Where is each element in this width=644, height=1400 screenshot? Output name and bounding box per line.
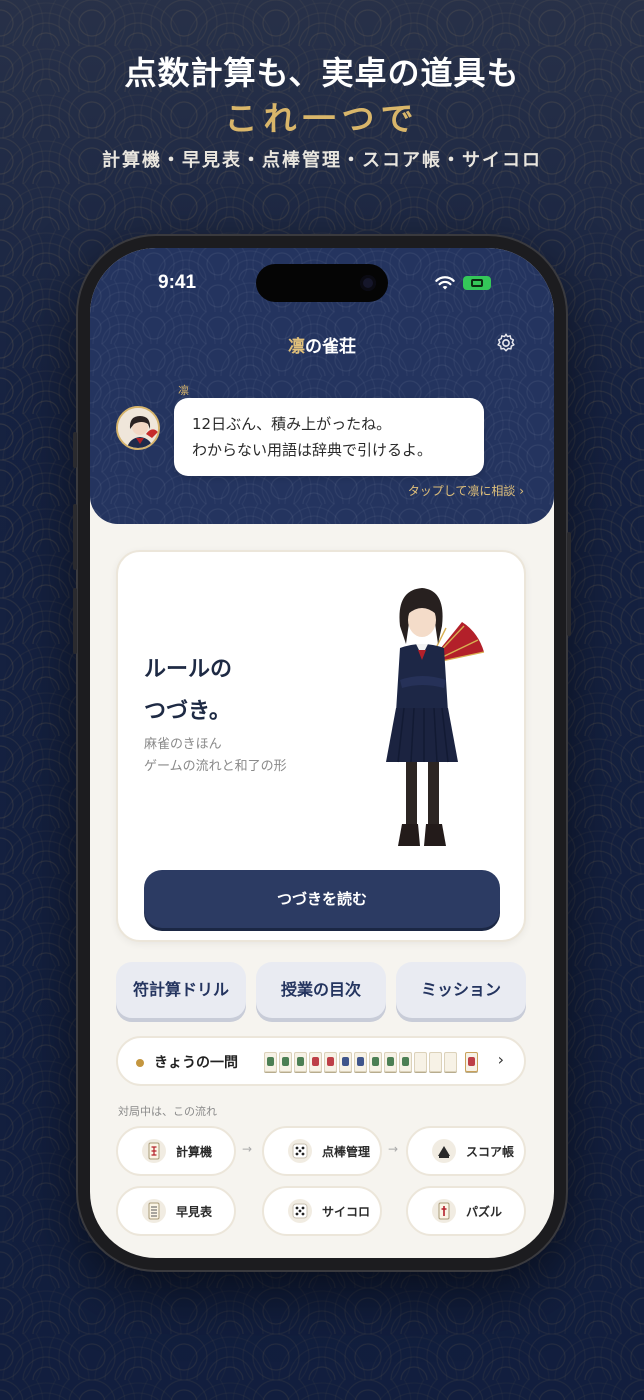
score-sheet-label: スコア帳 [466,1145,515,1159]
continue-reading-button[interactable]: つづきを読む [144,870,500,928]
mahjong-tile [399,1052,412,1072]
character-illustration [386,588,485,846]
nav-button-row: 符計算ドリル 授業の目次 ミッション [116,962,528,1020]
puzzle-label: パズル [466,1205,503,1219]
mahjong-tile [465,1052,478,1072]
avatar-portrait-icon [118,408,158,448]
arrow-right-icon: → [242,1142,253,1156]
speech-line-1: 12日ぶん、積み上がったね。 [192,415,392,433]
dice-tool-button[interactable]: サイコロ [262,1186,382,1236]
dice-label: サイコロ [322,1205,371,1219]
mahjong-tile [429,1052,442,1072]
dynamic-island [256,264,388,302]
speech-bubble[interactable]: 12日ぶん、積み上がったね。 わからない用語は辞典で引けるよ。 [174,398,484,476]
missions-button[interactable]: ミッション [396,962,526,1018]
mahjong-tile [309,1052,322,1072]
volume-up-button [73,504,77,570]
lesson-desc-line-1: 麻雀のきほん [144,737,222,752]
app-screen: 9:41 凛の雀荘 凛 12日ぶん、積み上がったね。 わからない用語は辞典で引け… [90,248,554,1258]
speaker-name: 凛 [178,384,189,397]
continue-lesson-card: ルールの つづき。 麻雀のきほん ゲームの流れと和了の形 つづきを読む [116,550,526,942]
daily-question-label: きょうの一問 [154,1055,238,1071]
dice-icon [288,1199,312,1223]
daily-question[interactable]: きょうの一問 › [116,1036,526,1086]
tile-calculator-icon [142,1139,166,1163]
lesson-description: 麻雀のきほん ゲームの流れと和了の形 [144,734,287,778]
volume-down-button [73,588,77,654]
point-stick-label: 点棒管理 [322,1145,371,1159]
mahjong-tile [414,1052,427,1072]
lesson-title: ルールの つづき。 [144,648,232,732]
app-title: 凛の雀荘 [90,332,554,357]
lesson-title-line-2: つづき。 [144,698,231,724]
table-icon [142,1199,166,1223]
calculator-label: 計算機 [176,1145,213,1159]
phone-frame: 9:41 凛の雀荘 凛 12日ぶん、積み上がったね。 わからない用語は辞典で引け… [73,236,571,1270]
consult-link[interactable]: タップして凛に相談 › [408,482,524,499]
status-time: 9:41 [158,272,197,293]
status-dot-icon [136,1059,144,1067]
mahjong-tile [339,1052,352,1072]
promo-headline: 点数計算も、実卓の道具も [124,54,520,92]
app-title-accent: 凛 [288,337,305,357]
mahjong-tile [294,1052,307,1072]
puzzle-tool-button[interactable]: パズル [406,1186,526,1236]
flow-label: 対局中は、この流れ [118,1105,217,1118]
mahjong-tile [324,1052,337,1072]
speech-line-2: わからない用語は辞典で引けるよ。 [192,441,433,459]
lesson-index-button[interactable]: 授業の目次 [256,962,386,1018]
mahjong-tile [384,1052,397,1072]
calculator-tool-button[interactable]: 計算機 [116,1126,236,1176]
dice-icon [288,1139,312,1163]
chevron-right-icon: › [497,1050,504,1069]
lesson-title-line-1: ルールの [144,656,233,682]
quick-table-label: 早見表 [176,1205,213,1219]
avatar[interactable] [116,406,160,450]
promo-highlight: これ一つで [224,99,420,138]
lesson-desc-line-2: ゲームの流れと和了の形 [144,759,287,774]
wifi-icon [435,276,455,290]
score-sheet-tool-button[interactable]: スコア帳 [406,1126,526,1176]
puzzle-icon [432,1199,456,1223]
mahjong-tile [264,1052,277,1072]
mahjong-tile [444,1052,457,1072]
power-button [567,532,571,636]
camera-icon [360,275,376,291]
mahjong-tile [354,1052,367,1072]
mahjong-tile [369,1052,382,1072]
point-stick-tool-button[interactable]: 点棒管理 [262,1126,382,1176]
mahjong-tile [279,1052,292,1072]
gear-icon[interactable] [495,332,517,354]
mute-switch [73,432,77,468]
battery-icon [463,276,491,290]
fu-drill-button[interactable]: 符計算ドリル [116,962,246,1018]
app-title-rest: の雀荘 [305,337,356,357]
arrow-right-icon: → [388,1142,399,1156]
quick-table-tool-button[interactable]: 早見表 [116,1186,236,1236]
score-icon [432,1139,456,1163]
app-header: 9:41 凛の雀荘 凛 12日ぶん、積み上がったね。 わからない用語は辞典で引け… [90,248,554,524]
promo-subtitle: 計算機・早見表・点棒管理・スコア帳・サイコロ [102,150,542,171]
